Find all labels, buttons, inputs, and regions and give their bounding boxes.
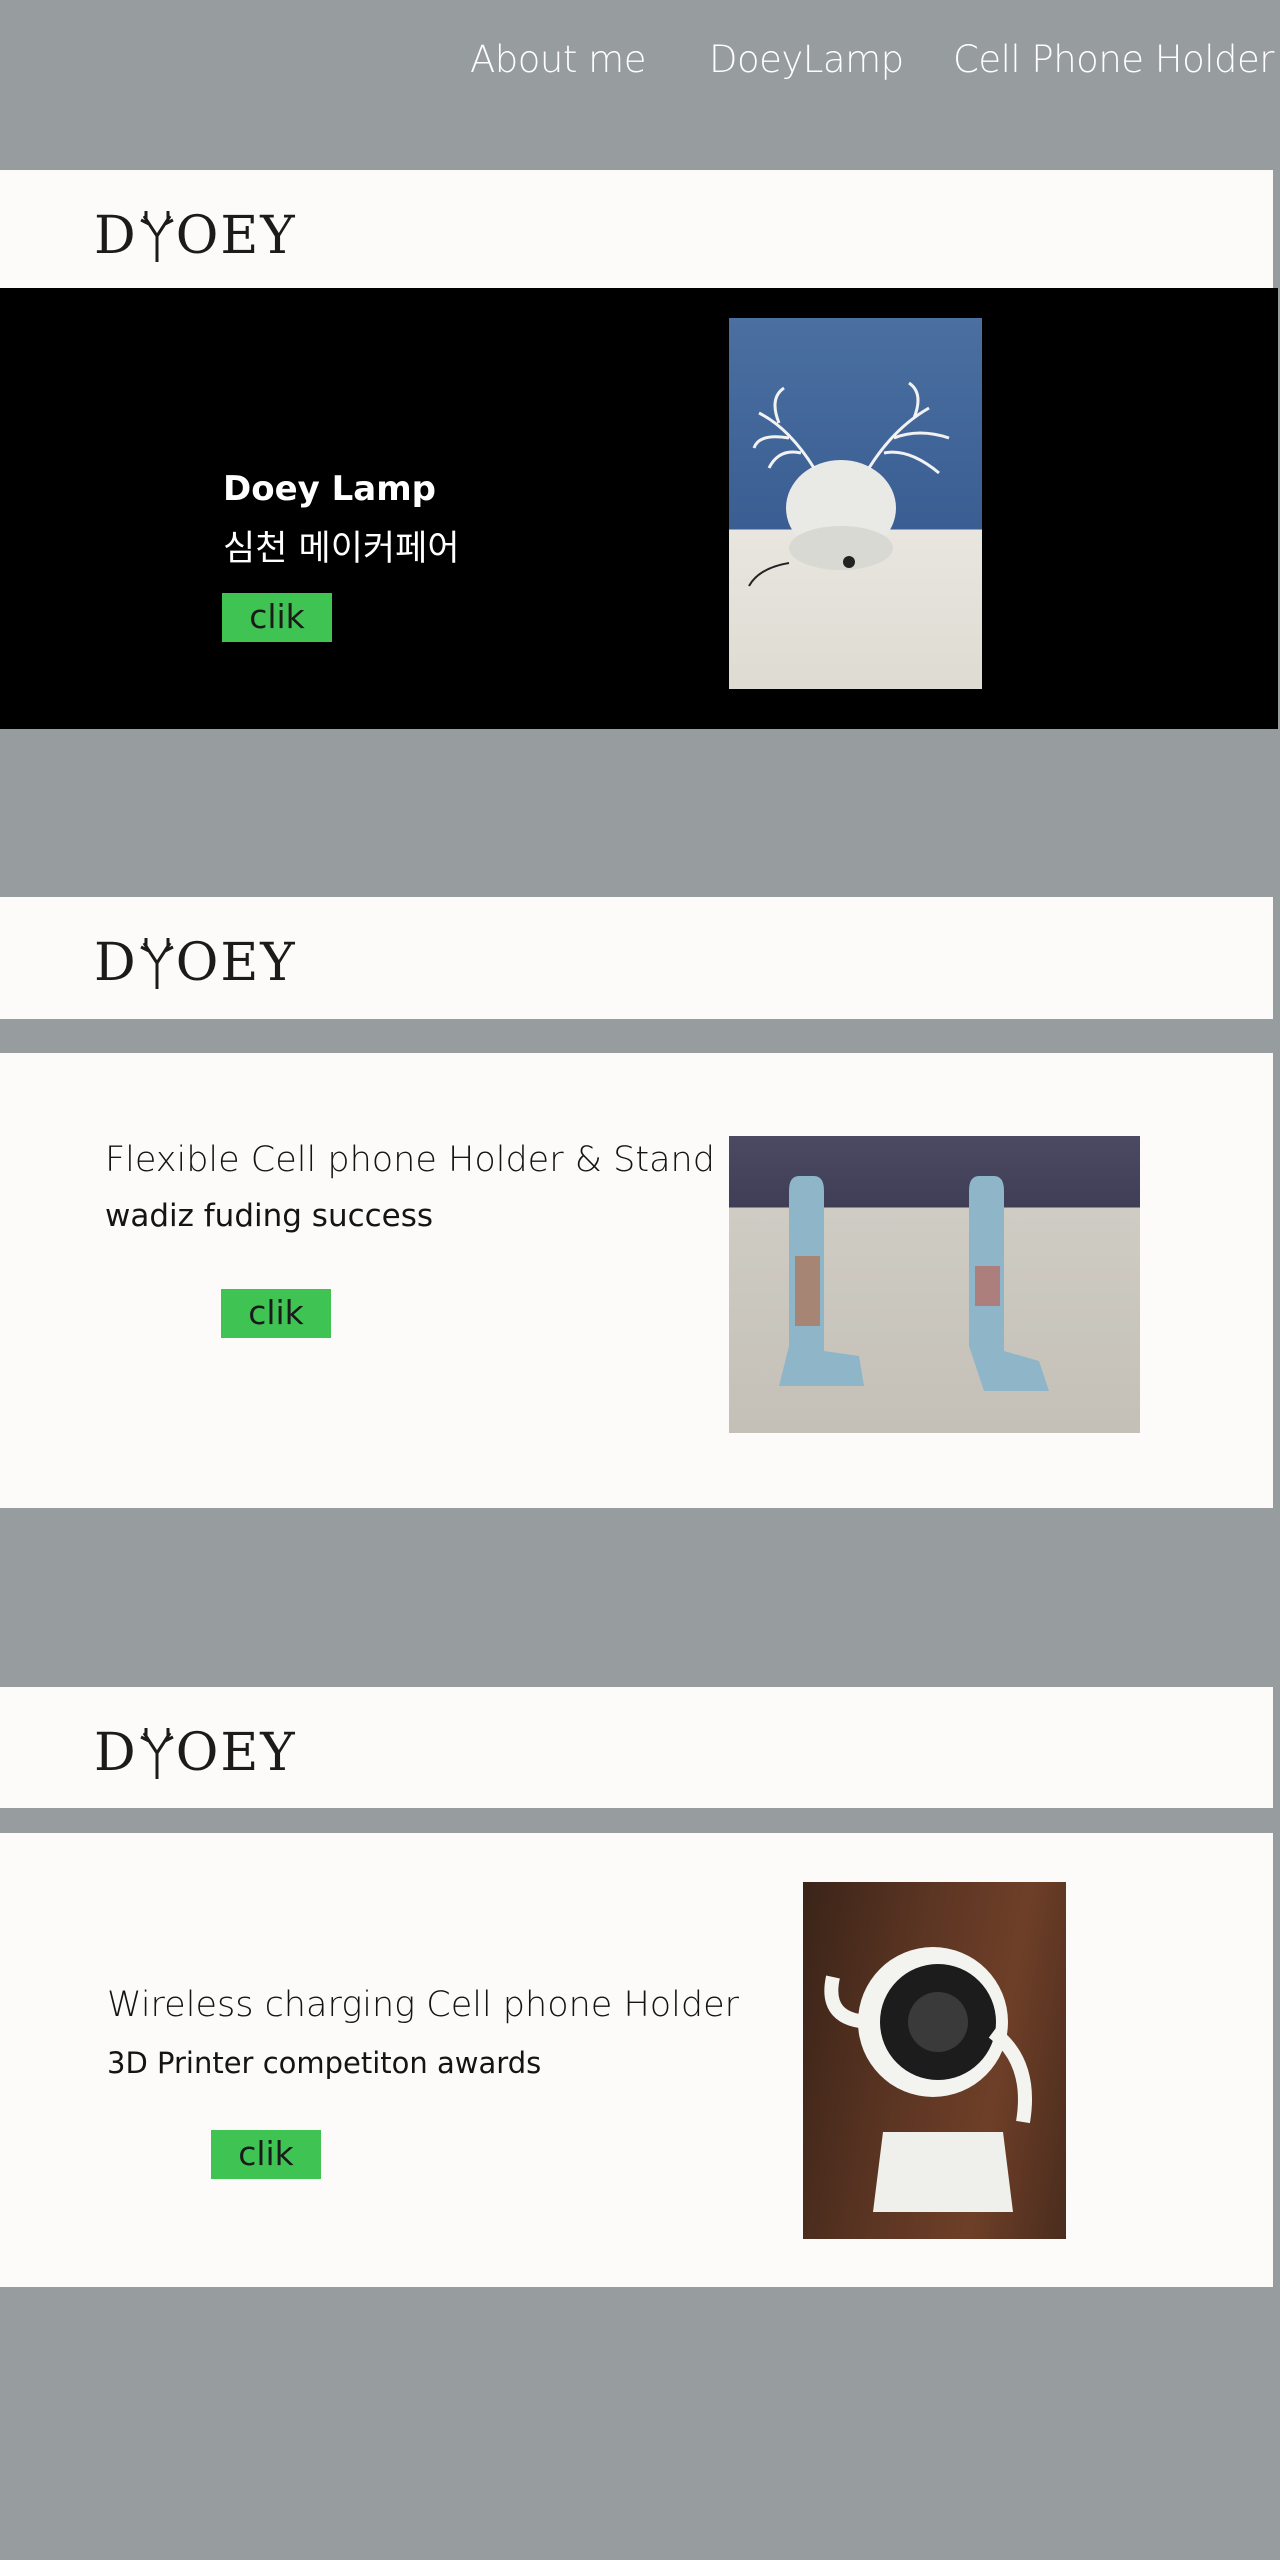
holder-subtitle: wadiz fuding success bbox=[105, 1198, 434, 1234]
lamp-clik-button[interactable]: clik bbox=[222, 593, 332, 642]
tree-logo-icon bbox=[140, 938, 174, 989]
tree-logo-icon bbox=[140, 1728, 174, 1779]
wireless-title: Wireless charging Cell phone Holder bbox=[107, 1985, 740, 2025]
lamp-title: Doey Lamp bbox=[223, 469, 437, 509]
logo-letters-oey: OEY bbox=[175, 206, 297, 266]
wireless-clik-button[interactable]: clik bbox=[211, 2130, 321, 2179]
logo-letter-d: D bbox=[94, 933, 138, 993]
wireless-holder-image bbox=[824, 1947, 1032, 2212]
doey-lamp-photo bbox=[729, 318, 982, 689]
lamp-subtitle: 심천 메이커페어 bbox=[223, 529, 460, 569]
wireless-subtitle: 3D Printer competiton awards bbox=[107, 2046, 542, 2080]
wireless-holder-photo bbox=[803, 1882, 1066, 2239]
logo-bar: D OEY bbox=[0, 170, 1273, 288]
doey-logo[interactable]: D OEY bbox=[94, 1727, 297, 1779]
doey-logo[interactable]: D OEY bbox=[94, 210, 297, 262]
logo-letters-oey: OEY bbox=[175, 933, 297, 993]
phone-holder-photo bbox=[729, 1136, 1140, 1433]
antler-lamp-image bbox=[748, 381, 950, 587]
wireless-holder-section: Wireless charging Cell phone Holder 3D P… bbox=[0, 1833, 1273, 2287]
holder-title: Flexible Cell phone Holder & Stand bbox=[105, 1140, 715, 1180]
phone-holder-image bbox=[779, 1176, 1049, 1391]
logo-letter-d: D bbox=[94, 1723, 138, 1783]
nav-cell-phone-holder[interactable]: Cell Phone Holder bbox=[953, 38, 1275, 81]
doey-lamp-section: Doey Lamp 심천 메이커페어 clik bbox=[0, 288, 1278, 729]
holder-clik-button[interactable]: clik bbox=[221, 1289, 331, 1338]
logo-letter-d: D bbox=[94, 206, 138, 266]
logo-bar: D OEY bbox=[0, 1687, 1273, 1808]
tree-logo-icon bbox=[140, 211, 174, 262]
logo-bar: D OEY bbox=[0, 897, 1273, 1019]
nav-doeylamp[interactable]: DoeyLamp bbox=[709, 38, 904, 81]
nav-about-me[interactable]: About me bbox=[470, 38, 646, 81]
flexible-holder-section: Flexible Cell phone Holder & Stand wadiz… bbox=[0, 1053, 1273, 1508]
logo-letters-oey: OEY bbox=[175, 1723, 297, 1783]
doey-logo[interactable]: D OEY bbox=[94, 937, 297, 989]
